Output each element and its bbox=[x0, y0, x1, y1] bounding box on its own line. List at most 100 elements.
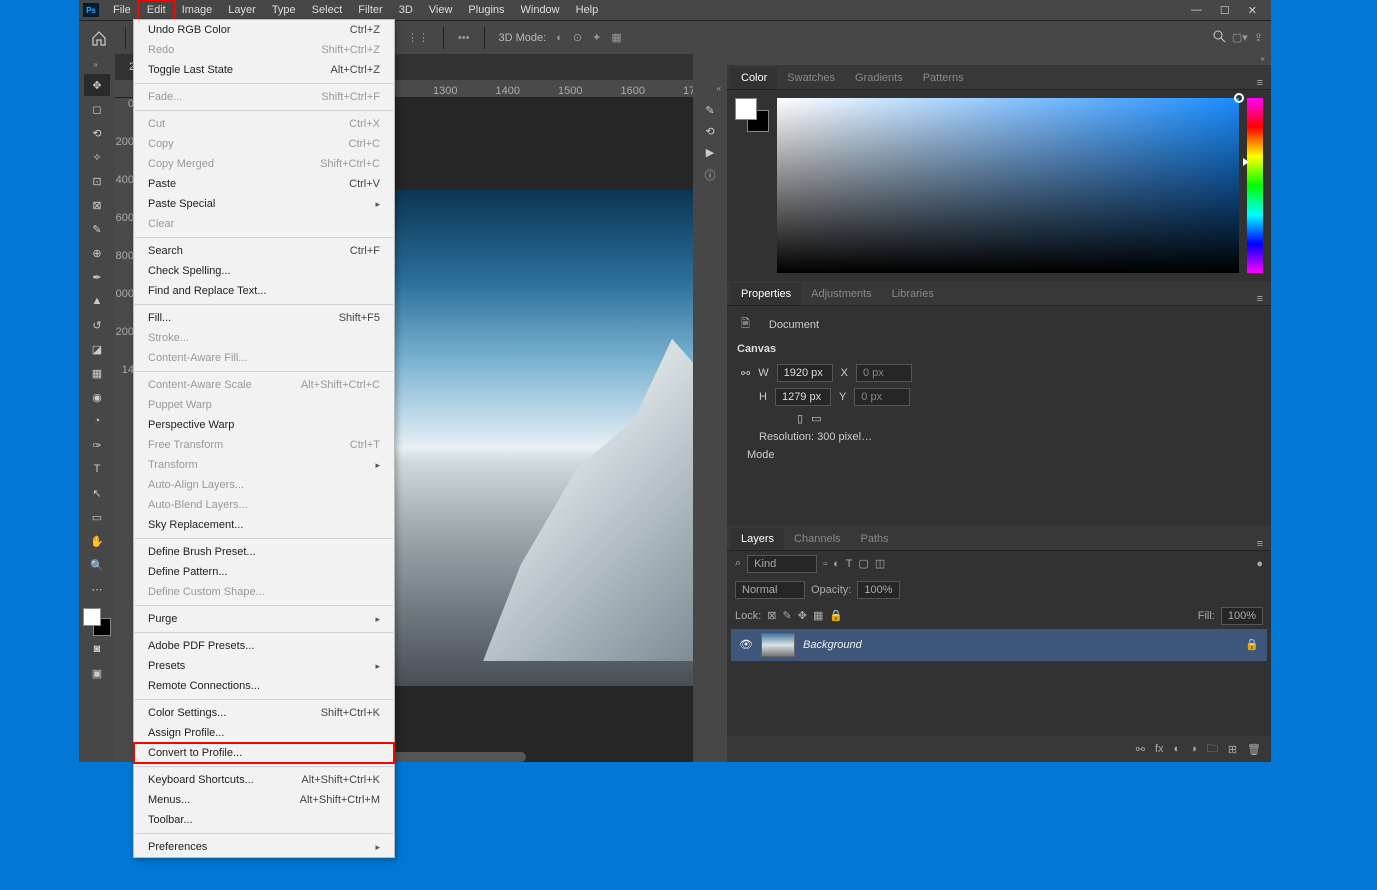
shape-tool[interactable]: ▭ bbox=[84, 506, 110, 528]
tab-layers[interactable]: Layers bbox=[731, 528, 784, 550]
hand-tool[interactable]: ✋ bbox=[84, 530, 110, 552]
fg-bg-colors[interactable] bbox=[83, 608, 111, 636]
menu-item-purge[interactable]: Purge bbox=[134, 609, 394, 629]
width-field[interactable]: 1920 px bbox=[777, 364, 833, 382]
menu-window[interactable]: Window bbox=[513, 1, 568, 19]
3d-icon[interactable]: ⊙ bbox=[573, 31, 582, 44]
filter-type-icon[interactable]: ▫ bbox=[823, 558, 827, 570]
brush-panel-icon[interactable]: ✎ bbox=[705, 104, 714, 117]
menu-item-adobe-pdf-presets[interactable]: Adobe PDF Presets... bbox=[134, 636, 394, 656]
zoom-tool[interactable]: 🔍 bbox=[84, 554, 110, 576]
pen-tool[interactable]: ✑ bbox=[84, 434, 110, 456]
blur-tool[interactable]: ◉ bbox=[84, 386, 110, 408]
tab-channels[interactable]: Channels bbox=[784, 528, 850, 550]
collapse-icon[interactable]: « bbox=[727, 54, 1271, 65]
menu-item-fill[interactable]: Fill...Shift+F5 bbox=[134, 308, 394, 328]
filter-icon[interactable]: ⌕ bbox=[735, 557, 741, 570]
menu-item-sky-replacement[interactable]: Sky Replacement... bbox=[134, 515, 394, 535]
blend-mode-select[interactable]: Normal bbox=[735, 581, 805, 599]
tab-gradients[interactable]: Gradients bbox=[845, 67, 913, 89]
menu-filter[interactable]: Filter bbox=[350, 1, 390, 19]
mask-icon[interactable]: ◐ bbox=[1174, 743, 1181, 755]
brush-tool[interactable]: ✒ bbox=[84, 266, 110, 288]
stamp-tool[interactable]: ▲ bbox=[84, 290, 110, 312]
share-icon[interactable]: ⇪ bbox=[1254, 31, 1263, 44]
menu-item-find-and-replace-text[interactable]: Find and Replace Text... bbox=[134, 281, 394, 301]
lock-all-icon[interactable]: 🔒 bbox=[829, 609, 843, 622]
play-panel-icon[interactable]: ▶ bbox=[706, 146, 714, 159]
3d-icon[interactable]: ✦ bbox=[592, 31, 601, 44]
dodge-tool[interactable]: ◔ bbox=[84, 410, 110, 432]
layer-row[interactable]: 👁 Background 🔒 bbox=[731, 629, 1267, 661]
panel-menu-icon[interactable]: ≡ bbox=[1249, 538, 1271, 550]
quickmask-icon[interactable]: ◙ bbox=[84, 638, 110, 660]
frame-tool[interactable]: ⊠ bbox=[84, 194, 110, 216]
height-field[interactable]: 1279 px bbox=[775, 388, 831, 406]
menu-item-paste-special[interactable]: Paste Special bbox=[134, 194, 394, 214]
lock-icon[interactable]: ✎ bbox=[783, 609, 792, 622]
close-icon[interactable]: ✕ bbox=[1248, 4, 1257, 17]
menu-item-keyboard-shortcuts[interactable]: Keyboard Shortcuts...Alt+Shift+Ctrl+K bbox=[134, 770, 394, 790]
menu-item-remote-connections[interactable]: Remote Connections... bbox=[134, 676, 394, 696]
path-tool[interactable]: ↖ bbox=[84, 482, 110, 504]
menu-select[interactable]: Select bbox=[304, 1, 351, 19]
menu-item-preferences[interactable]: Preferences bbox=[134, 837, 394, 857]
menu-item-define-brush-preset[interactable]: Define Brush Preset... bbox=[134, 542, 394, 562]
menu-item-presets[interactable]: Presets bbox=[134, 656, 394, 676]
tab-color[interactable]: Color bbox=[731, 67, 777, 89]
history-brush-tool[interactable]: ↺ bbox=[84, 314, 110, 336]
menu-layer[interactable]: Layer bbox=[220, 1, 264, 19]
heal-tool[interactable]: ⊕ bbox=[84, 242, 110, 264]
menu-item-menus[interactable]: Menus...Alt+Shift+Ctrl+M bbox=[134, 790, 394, 810]
menu-item-perspective-warp[interactable]: Perspective Warp bbox=[134, 415, 394, 435]
history-panel-icon[interactable]: ⟲ bbox=[705, 125, 714, 138]
marquee-tool[interactable]: ◻ bbox=[84, 98, 110, 120]
3d-icon[interactable]: ◐ bbox=[556, 32, 563, 44]
menu-item-toggle-last-state[interactable]: Toggle Last StateAlt+Ctrl+Z bbox=[134, 60, 394, 80]
minimize-icon[interactable]: — bbox=[1191, 4, 1202, 17]
link-icon[interactable]: ⚯ bbox=[741, 367, 750, 380]
maximize-icon[interactable]: ☐ bbox=[1220, 4, 1230, 17]
visibility-icon[interactable]: 👁 bbox=[739, 638, 753, 651]
menu-view[interactable]: View bbox=[421, 1, 461, 19]
wand-tool[interactable]: ✧ bbox=[84, 146, 110, 168]
type-tool[interactable]: T bbox=[84, 458, 110, 480]
tab-properties[interactable]: Properties bbox=[731, 283, 801, 305]
portrait-icon[interactable]: ▯ bbox=[797, 412, 803, 425]
filter-type-icon[interactable]: ◐ bbox=[833, 558, 840, 570]
3d-icon[interactable]: ▦ bbox=[611, 31, 621, 44]
hue-slider[interactable] bbox=[1247, 98, 1263, 273]
menu-item-toolbar[interactable]: Toolbar... bbox=[134, 810, 394, 830]
tab-adjustments[interactable]: Adjustments bbox=[801, 283, 882, 305]
filter-type-icon[interactable]: T bbox=[846, 558, 853, 570]
lock-icon[interactable]: ▦ bbox=[813, 609, 823, 622]
kind-filter[interactable]: Kind bbox=[747, 555, 817, 573]
lasso-tool[interactable]: ⟲ bbox=[84, 122, 110, 144]
menu-item-paste[interactable]: PasteCtrl+V bbox=[134, 174, 394, 194]
panel-menu-icon[interactable]: ≡ bbox=[1249, 77, 1271, 89]
collapse-icon[interactable]: « bbox=[693, 84, 727, 96]
menu-edit[interactable]: Edit bbox=[139, 1, 174, 19]
menu-item-convert-to-profile[interactable]: Convert to Profile... bbox=[134, 743, 394, 763]
menu-item-undo-rgb-color[interactable]: Undo RGB ColorCtrl+Z bbox=[134, 20, 394, 40]
workspace-icon[interactable]: ▢▾ bbox=[1232, 31, 1248, 44]
menu-image[interactable]: Image bbox=[174, 1, 221, 19]
menu-plugins[interactable]: Plugins bbox=[460, 1, 512, 19]
menu-item-check-spelling[interactable]: Check Spelling... bbox=[134, 261, 394, 281]
filter-toggle-icon[interactable]: ● bbox=[1256, 558, 1263, 570]
home-button[interactable] bbox=[87, 26, 111, 50]
distribute-icon[interactable]: ⋮⋮ bbox=[407, 31, 429, 44]
filter-type-icon[interactable]: ▢ bbox=[858, 557, 868, 570]
menu-item-define-pattern[interactable]: Define Pattern... bbox=[134, 562, 394, 582]
tab-patterns[interactable]: Patterns bbox=[913, 67, 974, 89]
eraser-tool[interactable]: ◪ bbox=[84, 338, 110, 360]
group-icon[interactable]: 🗀 bbox=[1207, 740, 1218, 759]
fg-bg-swatch[interactable] bbox=[735, 98, 769, 132]
lock-icon[interactable]: ✥ bbox=[798, 609, 807, 622]
link-layers-icon[interactable]: ⚯ bbox=[1136, 743, 1145, 756]
tab-paths[interactable]: Paths bbox=[851, 528, 899, 550]
eyedropper-tool[interactable]: ✎ bbox=[84, 218, 110, 240]
panel-menu-icon[interactable]: ≡ bbox=[1249, 293, 1271, 305]
move-tool[interactable]: ✥ bbox=[84, 74, 110, 96]
menu-item-color-settings[interactable]: Color Settings...Shift+Ctrl+K bbox=[134, 703, 394, 723]
